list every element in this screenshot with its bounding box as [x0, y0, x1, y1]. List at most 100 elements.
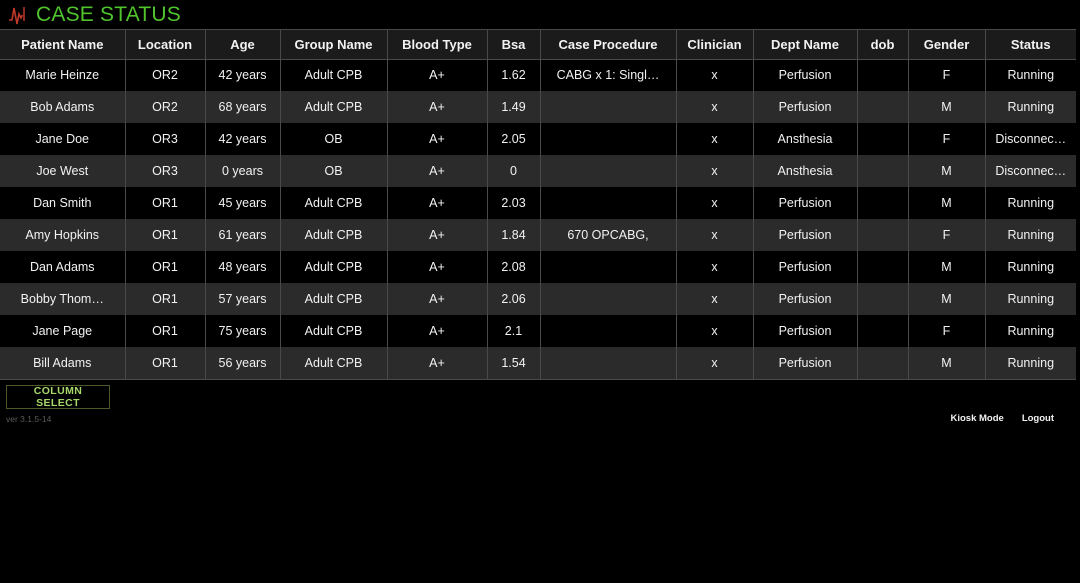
- table-row[interactable]: Bobby Thom… OR1 57 years Adult CPB A+ 2.06 x Pe…: [0, 283, 1076, 315]
- page-title: CASE STATUS: [36, 3, 181, 26]
- cell-age: 42 years: [204, 59, 281, 91]
- cell-dob: [856, 347, 909, 379]
- cell-case-procedure: [539, 123, 677, 155]
- cell-bsa: 0: [486, 155, 541, 187]
- version-label: ver 3.1.5-14: [6, 414, 52, 424]
- cell-dept-name: Ansthesia: [752, 123, 858, 155]
- column-header-clinician[interactable]: Clinician: [675, 30, 754, 60]
- cell-bsa: 1.84: [486, 219, 541, 251]
- cell-blood-type: A+: [386, 219, 488, 251]
- cell-group-name: OB: [279, 123, 388, 155]
- page-footer: COLUMN SELECT ver 3.1.5-14 Kiosk Mode Lo…: [0, 380, 1080, 440]
- table-row[interactable]: Dan Smith OR1 45 years Adult CPB A+ 2.03 x Perf…: [0, 187, 1076, 219]
- cell-dept-name: Perfusion: [752, 59, 858, 91]
- cell-clinician: x: [675, 315, 754, 347]
- column-header-blood-type[interactable]: Blood Type: [386, 30, 488, 60]
- cell-blood-type: A+: [386, 91, 488, 123]
- cell-dob: [856, 59, 909, 91]
- column-header-dept-name[interactable]: Dept Name: [752, 30, 858, 60]
- cell-status: Disconnec…: [984, 123, 1076, 155]
- cell-group-name: Adult CPB: [279, 219, 388, 251]
- table-row[interactable]: Jane Doe OR3 42 years OB A+ 2.05 x Ansthesia F Di…: [0, 123, 1076, 155]
- cell-age: 48 years: [204, 251, 281, 283]
- cell-case-procedure: [539, 347, 677, 379]
- cell-age: 45 years: [204, 187, 281, 219]
- footer-links: Kiosk Mode Logout: [951, 413, 1055, 424]
- column-header-patient-name[interactable]: Patient Name: [0, 30, 126, 60]
- cell-blood-type: A+: [386, 251, 488, 283]
- cell-clinician: x: [675, 283, 754, 315]
- cell-group-name: Adult CPB: [279, 59, 388, 91]
- column-header-group-name[interactable]: Group Name: [279, 30, 388, 60]
- cell-clinician: x: [675, 123, 754, 155]
- cell-case-procedure: [539, 283, 677, 315]
- cell-case-procedure: [539, 187, 677, 219]
- kiosk-mode-link[interactable]: Kiosk Mode: [951, 413, 1004, 424]
- cell-status: Disconnec…: [984, 155, 1076, 187]
- cell-blood-type: A+: [386, 59, 488, 91]
- table-row[interactable]: Jane Page OR1 75 years Adult CPB A+ 2.1 x Perfu…: [0, 315, 1076, 347]
- table-row[interactable]: Amy Hopkins OR1 61 years Adult CPB A+ 1.84 670…: [0, 219, 1076, 251]
- column-header-bsa[interactable]: Bsa: [486, 30, 541, 60]
- cell-dob: [856, 315, 909, 347]
- cell-bsa: 1.54: [486, 347, 541, 379]
- cell-blood-type: A+: [386, 123, 488, 155]
- cell-dob: [856, 155, 909, 187]
- cell-clinician: x: [675, 59, 754, 91]
- cell-gender: M: [907, 347, 986, 379]
- cell-status: Running: [984, 283, 1076, 315]
- cell-bsa: 2.03: [486, 187, 541, 219]
- table-row[interactable]: Bob Adams OR2 68 years Adult CPB A+ 1.49 x Perf…: [0, 91, 1076, 123]
- column-header-gender[interactable]: Gender: [907, 30, 986, 60]
- cell-bsa: 1.62: [486, 59, 541, 91]
- cell-patient-name: Bobby Thom…: [0, 283, 126, 315]
- cell-dept-name: Perfusion: [752, 91, 858, 123]
- column-header-location[interactable]: Location: [124, 30, 206, 60]
- cell-patient-name: Marie Heinze: [0, 59, 126, 91]
- cell-group-name: Adult CPB: [279, 251, 388, 283]
- cell-location: OR1: [124, 315, 206, 347]
- cell-status: Running: [984, 315, 1076, 347]
- cell-patient-name: Bob Adams: [0, 91, 126, 123]
- cell-gender: M: [907, 187, 986, 219]
- column-header-dob[interactable]: dob: [856, 30, 909, 60]
- table-header-row: Patient Name Location Age Group Name Blo…: [0, 30, 1076, 60]
- cell-dob: [856, 283, 909, 315]
- table-row[interactable]: Dan Adams OR1 48 years Adult CPB A+ 2.08 x Perf…: [0, 251, 1076, 283]
- cell-blood-type: A+: [386, 155, 488, 187]
- cell-age: 42 years: [204, 123, 281, 155]
- cell-dob: [856, 219, 909, 251]
- table-row[interactable]: Bill Adams OR1 56 years Adult CPB A+ 1.54 x Per…: [0, 347, 1076, 379]
- table-scroll-edge[interactable]: [1076, 0, 1080, 433]
- cell-case-procedure: [539, 315, 677, 347]
- table-row[interactable]: Joe West OR3 0 years OB A+ 0 x Ansthesia M Discon…: [0, 155, 1076, 187]
- column-select-button[interactable]: COLUMN SELECT: [6, 385, 110, 409]
- cell-patient-name: Jane Page: [0, 315, 126, 347]
- cell-dept-name: Perfusion: [752, 219, 858, 251]
- cell-bsa: 2.06: [486, 283, 541, 315]
- cell-clinician: x: [675, 187, 754, 219]
- column-header-case-procedure[interactable]: Case Procedure: [539, 30, 677, 60]
- column-header-status[interactable]: Status: [984, 30, 1076, 60]
- cell-group-name: Adult CPB: [279, 187, 388, 219]
- logout-link[interactable]: Logout: [1022, 413, 1054, 424]
- cell-bsa: 2.05: [486, 123, 541, 155]
- cell-case-procedure: 670 OPCABG,: [539, 219, 677, 251]
- cell-location: OR2: [124, 91, 206, 123]
- case-status-table: Patient Name Location Age Group Name Blo…: [0, 30, 1076, 379]
- column-header-age[interactable]: Age: [204, 30, 281, 60]
- cell-case-procedure: CABG x 1: Singl…: [539, 59, 677, 91]
- cell-dept-name: Perfusion: [752, 251, 858, 283]
- cell-status: Running: [984, 187, 1076, 219]
- table-row[interactable]: Marie Heinze OR2 42 years Adult CPB A+ 1.62 CA…: [0, 59, 1076, 91]
- cell-location: OR1: [124, 187, 206, 219]
- cell-gender: M: [907, 283, 986, 315]
- cell-gender: F: [907, 219, 986, 251]
- cell-gender: F: [907, 59, 986, 91]
- cell-clinician: x: [675, 155, 754, 187]
- cell-bsa: 2.08: [486, 251, 541, 283]
- cell-status: Running: [984, 219, 1076, 251]
- cell-dept-name: Ansthesia: [752, 155, 858, 187]
- cell-blood-type: A+: [386, 283, 488, 315]
- cell-group-name: Adult CPB: [279, 315, 388, 347]
